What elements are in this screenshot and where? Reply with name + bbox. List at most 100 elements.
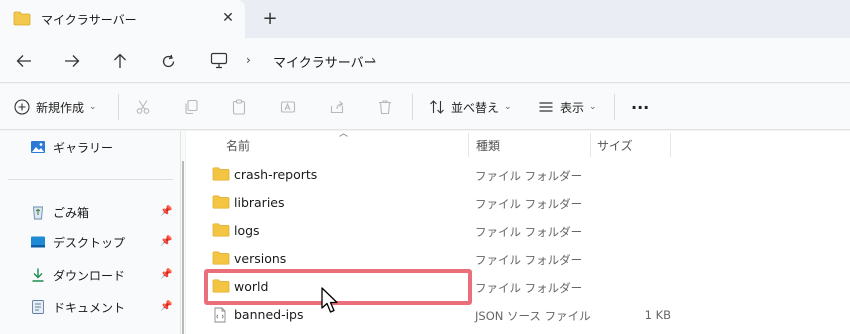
sidebar-item-downloads[interactable]: ダウンロード: [30, 264, 125, 286]
delete-button[interactable]: [377, 94, 393, 120]
folder-icon: [212, 195, 230, 212]
documents-icon: [30, 299, 46, 315]
share-button[interactable]: [329, 94, 345, 120]
sidebar-item-recycle-bin[interactable]: ごみ箱: [30, 201, 89, 223]
more-options-button[interactable]: ···: [631, 94, 649, 120]
scissors-icon: [136, 100, 150, 114]
sort-button[interactable]: 並べ替え ⌄: [429, 94, 512, 120]
sidebar-item-label: ごみ箱: [53, 205, 90, 220]
file-row[interactable]: logs ファイル フォルダー: [206, 216, 846, 244]
chevron-down-icon: ⌄: [504, 102, 512, 112]
navigation-bar: › マイクラサーバー ›: [0, 38, 850, 83]
tab-active[interactable]: マイクラサーバー ✕: [0, 0, 245, 38]
trash-icon: [379, 100, 391, 115]
navigation-pane: ギャラリー ごみ箱 📌 デスクトップ 📌 ダウンロード 📌 ドキュメント 📌: [0, 131, 180, 334]
view-list-icon: [539, 102, 553, 112]
view-button[interactable]: 表示 ⌄: [538, 94, 597, 120]
scrollbar[interactable]: [182, 161, 184, 334]
file-name: crash-reports: [234, 167, 318, 182]
file-row[interactable]: versions ファイル フォルダー: [206, 244, 846, 272]
command-bar: 新規作成 ⌄ 並べ替え ⌄ 表示 ⌄ ···: [0, 84, 850, 130]
sidebar-item-desktop[interactable]: デスクトップ: [30, 231, 125, 253]
mouse-cursor-icon: [321, 287, 341, 318]
column-header-size[interactable]: サイズ: [597, 131, 633, 159]
view-button-label: 表示: [560, 100, 585, 115]
close-icon[interactable]: ✕: [218, 8, 238, 28]
column-header-name[interactable]: 名前: [226, 131, 250, 159]
arrow-left-icon: [16, 55, 31, 67]
file-row[interactable]: crash-reports ファイル フォルダー: [206, 160, 846, 188]
chevron-down-icon: ⌄: [589, 102, 597, 112]
share-icon: [330, 101, 344, 114]
file-type: ファイル フォルダー: [475, 225, 583, 239]
refresh-icon: [162, 54, 174, 67]
plus-circle-icon: [14, 99, 30, 115]
arrow-right-icon: [65, 55, 80, 67]
gallery-icon: [30, 139, 46, 155]
up-button[interactable]: [107, 48, 133, 74]
address-bar[interactable]: › マイクラサーバー ›: [200, 44, 850, 77]
sort-ascending-icon: ︿: [339, 129, 349, 139]
toolbar-divider: [118, 94, 119, 120]
file-name: logs: [234, 223, 260, 238]
file-type: ファイル フォルダー: [475, 169, 583, 183]
title-bar: マイクラサーバー ✕ +: [0, 0, 850, 38]
sidebar-item-documents[interactable]: ドキュメント: [30, 296, 125, 318]
sidebar-item-label: ギャラリー: [53, 140, 114, 155]
file-type: ファイル フォルダー: [475, 197, 583, 211]
rename-icon: [280, 101, 296, 113]
file-type: ファイル フォルダー: [475, 281, 583, 295]
pin-icon[interactable]: 📌: [160, 269, 172, 280]
arrow-up-icon: [114, 53, 126, 68]
sidebar-item-gallery[interactable]: ギャラリー: [30, 136, 113, 158]
pane-splitter[interactable]: [180, 131, 185, 334]
recycle-bin-icon: [30, 204, 46, 220]
folder-icon: [212, 167, 230, 184]
file-size: 1 KB: [644, 308, 671, 322]
copy-icon: [185, 99, 198, 115]
column-divider[interactable]: [590, 133, 591, 157]
column-divider[interactable]: [670, 133, 671, 157]
file-type: ファイル フォルダー: [475, 253, 583, 267]
pin-icon[interactable]: 📌: [160, 301, 172, 312]
sidebar-item-label: デスクトップ: [53, 235, 126, 250]
folder-icon: [13, 11, 31, 29]
file-type: JSON ソース ファイル: [475, 309, 591, 323]
pin-icon[interactable]: 📌: [160, 236, 172, 247]
file-row[interactable]: libraries ファイル フォルダー: [206, 188, 846, 216]
cut-button[interactable]: [135, 94, 151, 120]
copy-button[interactable]: [183, 94, 199, 120]
sidebar-item-label: ドキュメント: [53, 300, 126, 315]
sidebar-divider: [8, 179, 173, 180]
new-button[interactable]: 新規作成 ⌄: [14, 94, 97, 120]
tab-title: マイクラサーバー: [41, 13, 137, 27]
file-name: libraries: [234, 195, 285, 210]
breadcrumb-separator[interactable]: ›: [246, 53, 251, 67]
back-button[interactable]: [11, 48, 37, 74]
file-name: banned-ips: [234, 307, 304, 322]
this-pc-icon[interactable]: [210, 52, 228, 72]
new-tab-button[interactable]: +: [258, 6, 282, 30]
column-divider[interactable]: [468, 133, 469, 157]
sort-icon: [430, 100, 444, 114]
file-name: versions: [234, 251, 287, 266]
rename-button[interactable]: [280, 94, 296, 120]
clipboard-icon: [232, 99, 246, 115]
json-file-icon: [212, 307, 228, 326]
chevron-down-icon: ⌄: [89, 102, 97, 112]
sort-button-label: 並べ替え: [451, 100, 500, 115]
toolbar-divider: [614, 94, 615, 120]
refresh-button[interactable]: [155, 48, 181, 74]
download-icon: [30, 267, 46, 283]
toolbar-divider: [412, 94, 413, 120]
new-button-label: 新規作成: [36, 100, 85, 115]
column-header-type[interactable]: 種類: [476, 131, 500, 159]
breadcrumb-separator[interactable]: ›: [371, 53, 376, 67]
forward-button[interactable]: [59, 48, 85, 74]
sidebar-item-label: ダウンロード: [53, 268, 126, 283]
folder-icon: [212, 223, 230, 240]
desktop-icon: [30, 234, 46, 250]
pin-icon[interactable]: 📌: [160, 206, 172, 217]
paste-button[interactable]: [231, 94, 247, 120]
breadcrumb-item[interactable]: マイクラサーバー: [273, 52, 377, 71]
